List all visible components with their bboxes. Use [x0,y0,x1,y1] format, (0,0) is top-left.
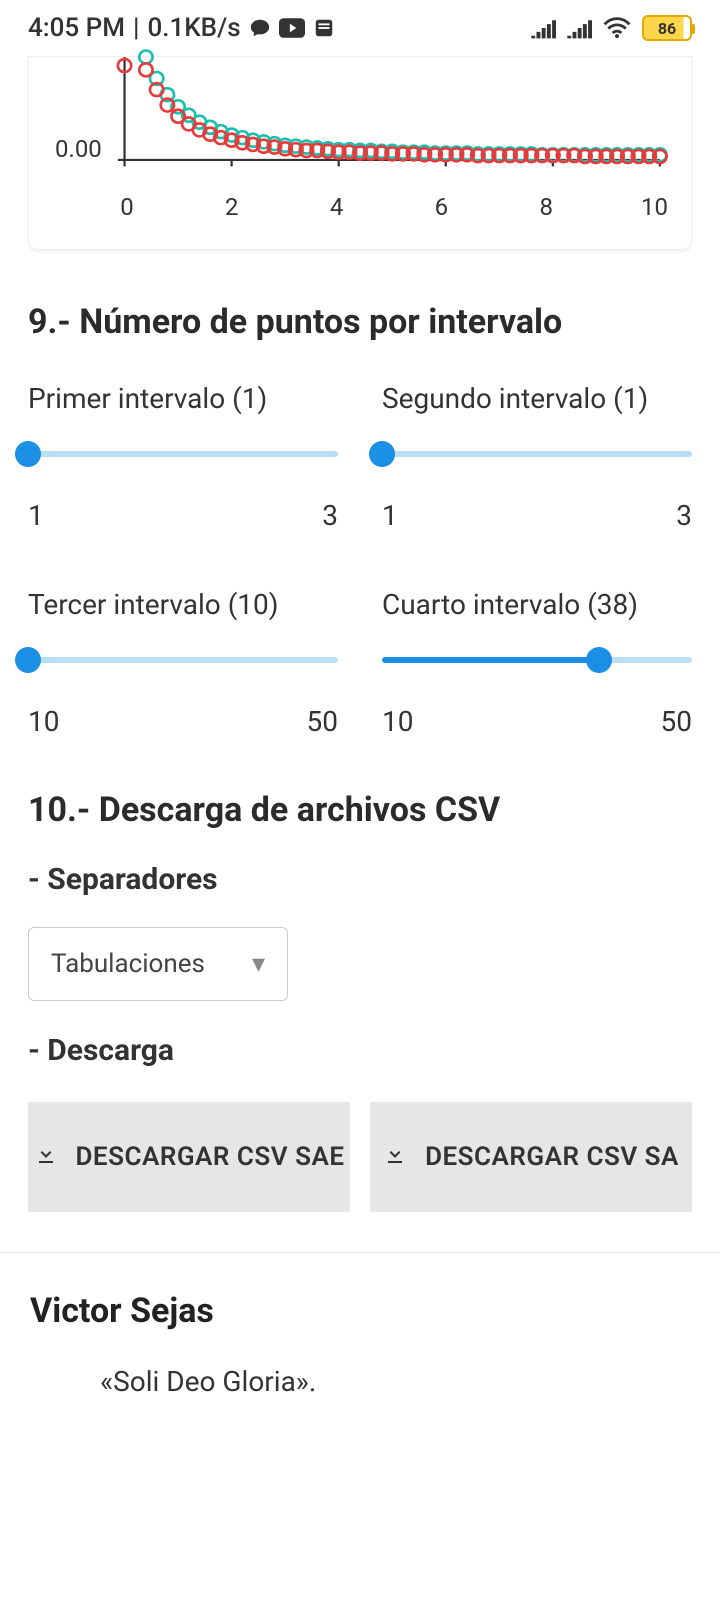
slider-2-label: Segundo intervalo (1) [382,382,692,415]
slider-1-max: 3 [322,499,338,532]
slider-4-min: 10 [382,705,413,738]
status-netspeed: 0.1KB/s [147,13,240,43]
y-tick-0: 0.00 [55,135,102,163]
status-time: 4:05 PM [28,13,125,43]
download-btn-1-label: DESCARGAR CSV SAE [76,1139,345,1175]
slider-2[interactable] [382,441,692,467]
download-icon [34,1142,58,1173]
footer: Victor Sejas «Soli Deo Gloria». [0,1252,720,1398]
slider-3-label: Tercer intervalo (10) [28,588,338,621]
wifi-icon [602,16,632,40]
battery-icon: 86 [642,15,692,41]
chart-card: 0.00 0 2 4 6 8 10 [28,56,692,250]
slider-2-max: 3 [676,499,692,532]
signal-icon-2 [566,17,592,39]
chart [49,57,671,187]
slider-3[interactable] [28,647,338,673]
book-icon [313,17,335,39]
download-icon [383,1142,407,1173]
section-10-title: 10.- Descarga de archivos CSV [28,790,692,830]
separator-dropdown[interactable]: Tabulaciones ▾ [28,927,288,1001]
slider-3-min: 10 [28,705,59,738]
download-csv-sa-button[interactable]: DESCARGAR CSV SA [370,1102,692,1212]
slider-1-label: Primer intervalo (1) [28,382,338,415]
slider-3-max: 50 [307,705,338,738]
slider-4[interactable] [382,647,692,673]
footer-quote: «Soli Deo Gloria». [100,1365,690,1398]
x-axis-ticks: 0 2 4 6 8 10 [117,193,661,221]
slider-4-max: 50 [661,705,692,738]
download-label: - Descarga [28,1033,692,1068]
signal-icon [530,17,556,39]
separators-label: - Separadores [28,862,692,897]
slider-1[interactable] [28,441,338,467]
section-9-title: 9.- Número de puntos por intervalo [28,302,692,342]
download-csv-sae-button[interactable]: DESCARGAR CSV SAE [28,1102,350,1212]
slider-2-min: 1 [382,499,398,532]
status-bar: 4:05 PM | 0.1KB/s 86 [0,0,720,56]
chat-icon [249,17,271,39]
slider-1-min: 1 [28,499,44,532]
dropdown-value: Tabulaciones [51,949,205,979]
footer-author: Victor Sejas [30,1291,690,1331]
youtube-icon [279,18,305,38]
download-btn-2-label: DESCARGAR CSV SA [425,1139,679,1175]
slider-4-label: Cuarto intervalo (38) [382,588,692,621]
battery-level: 86 [658,19,676,38]
caret-down-icon: ▾ [252,949,265,979]
